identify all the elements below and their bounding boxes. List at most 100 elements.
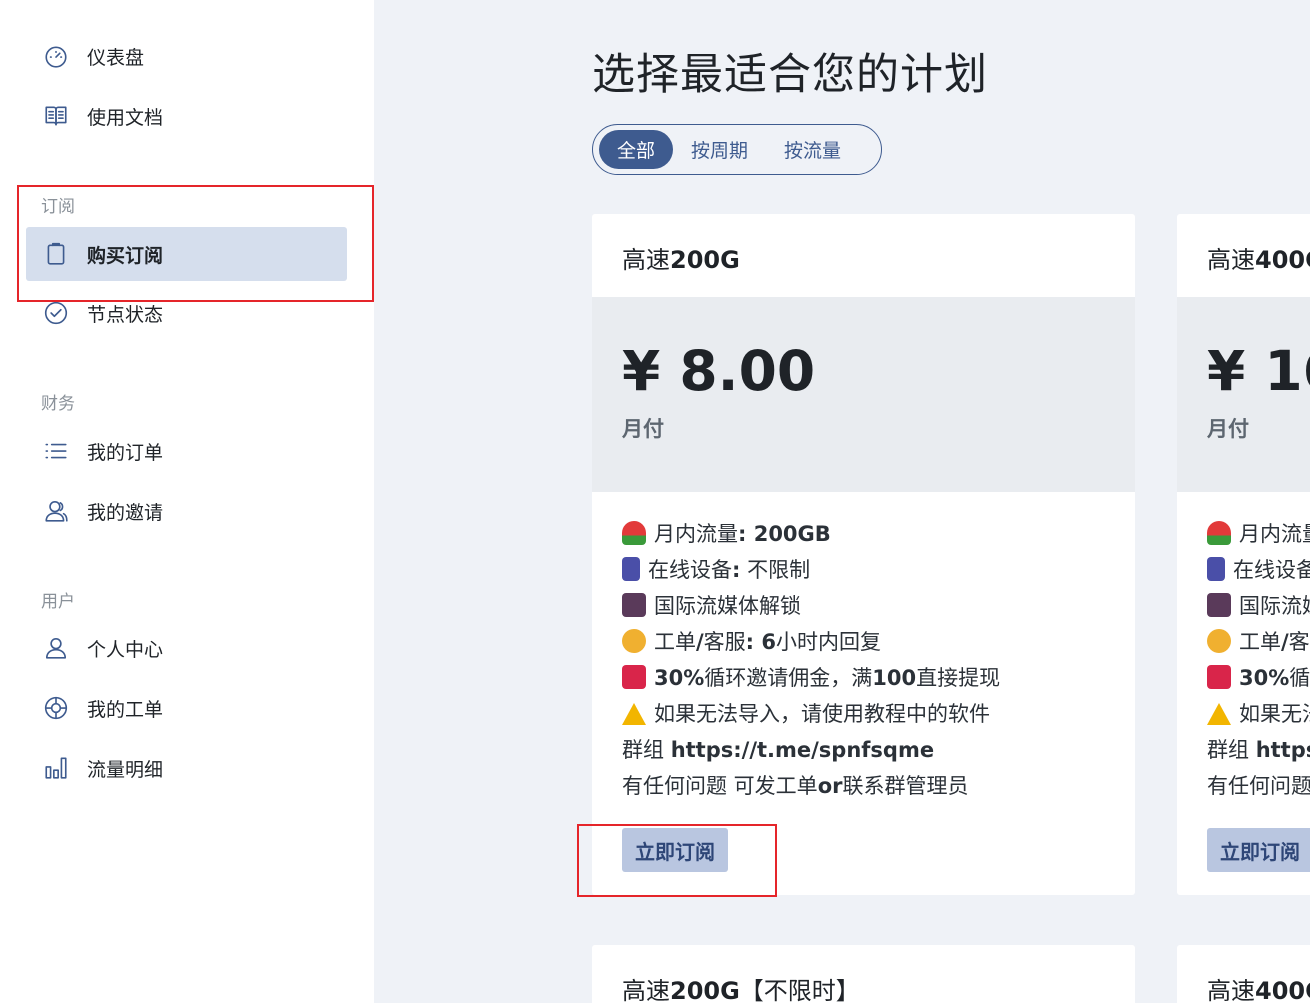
feature-line: 在线设备: 不限制 (622, 552, 1105, 588)
feature-text: 循环邀请佣金，满 (704, 666, 873, 690)
feature-line: 国际流媒体解锁 (1207, 588, 1310, 624)
feature-text: 月内流量 (654, 522, 738, 546)
sidebar-item-label: 使用文档 (87, 106, 164, 129)
plan-name: 高速200G【不限时】 (592, 945, 1135, 1003)
price-block: ¥ 8.00 月付 (592, 297, 1135, 492)
feature-line: 在线设备 (1207, 552, 1310, 588)
feature-line: 群组 https://t.me/spnfsqme (622, 732, 1105, 768)
users-icon (42, 497, 70, 525)
feature-line: 有任何问题 可发工单or联系群管理员 (622, 768, 1105, 804)
filter-all-button[interactable]: 全部 (599, 130, 674, 169)
section-title-finance: 财务 (41, 394, 75, 414)
feature-text: 客服 (703, 630, 746, 654)
feature-line: 工单/客服 (1207, 624, 1310, 660)
movie-camera-icon (622, 593, 646, 617)
feature-text: 在线设备 (1233, 558, 1310, 582)
feature-value: / (696, 630, 704, 654)
sidebar-item-node-status[interactable]: 节点状态 (26, 286, 347, 340)
plan-period: 月付 (1207, 417, 1249, 441)
sidebar-item-my-invites[interactable]: 我的邀请 (26, 484, 347, 538)
feature-text: 客服 (1288, 630, 1310, 654)
plan-card-inner: 高速400G ¥ 16.00 月付 月内流量 在线设备 国际流媒体解锁 工单/客… (1177, 214, 1310, 895)
sidebar-item-label: 我的邀请 (87, 501, 164, 524)
user-icon (42, 634, 70, 662)
filter-by-period-button[interactable]: 按周期 (673, 130, 766, 169)
plan-price: ¥ 16.00 (1207, 339, 1310, 403)
feature-text: 如果无法导入，请使用教程中的软件 (654, 702, 990, 726)
sidebar-item-docs[interactable]: 使用文档 (26, 89, 347, 143)
plan-name-size: 400G (1255, 977, 1310, 1003)
feature-text: 国际流媒体解锁 (654, 594, 801, 618)
sidebar-item-my-orders[interactable]: 我的订单 (26, 424, 347, 478)
plan-features: 月内流量 在线设备 国际流媒体解锁 工单/客服 30%循环邀请佣金，满 如果无法… (1177, 492, 1310, 804)
sidebar: 仪表盘 使用文档 订阅 购买订阅 节点状态 财务 我的订单 我的邀请 用户 个人… (0, 0, 374, 1003)
plan-name-size: 200G (670, 977, 740, 1003)
feature-text: 工单 (654, 630, 696, 654)
sidebar-item-label: 我的工单 (87, 698, 164, 721)
plan-name: 高速400G (1177, 945, 1310, 1003)
feature-text: 有任何问题 可发工单 (1207, 774, 1310, 798)
feature-line: 如果无法导入，请使用教程中的软件 (622, 696, 1105, 732)
sidebar-item-label: 我的订单 (87, 441, 164, 464)
feature-text: 工单 (1239, 630, 1281, 654)
feature-value: 100 (872, 666, 917, 690)
person-raising-hand-icon (1207, 629, 1231, 653)
building-icon (1207, 557, 1225, 581)
feature-text: 国际流媒体解锁 (1239, 594, 1310, 618)
feature-line: 如果无法导入，请使用教程中的软件 (1207, 696, 1310, 732)
red-envelope-icon (622, 665, 646, 689)
feature-value: / (1281, 630, 1289, 654)
filter-by-traffic-button[interactable]: 按流量 (766, 130, 859, 169)
clipboard-icon (42, 240, 70, 268)
price-block: ¥ 16.00 月付 (1177, 297, 1310, 492)
plan-name-prefix: 高速 (1207, 977, 1255, 1003)
feature-text: 直接提现 (916, 666, 1001, 690)
watermelon-icon (622, 521, 646, 545)
plan-card: 高速400G ¥ 16.00 月付 月内流量 在线设备 国际流媒体解锁 工单/客… (1177, 214, 1310, 895)
watermelon-icon (1207, 521, 1231, 545)
feature-text: 小时内回复 (776, 630, 881, 654)
feature-line: 工单/客服: 6小时内回复 (622, 624, 1105, 660)
group-link[interactable]: https://t.me/spnfsqme (1256, 738, 1310, 762)
section-title-subscribe: 订阅 (41, 197, 75, 217)
feature-text: 在线设备 (648, 558, 732, 582)
subscribe-button[interactable]: 立即订阅 (1207, 828, 1310, 872)
plan-price: ¥ 8.00 (622, 339, 816, 403)
feature-text: 联系群管理员 (842, 774, 969, 798)
group-link[interactable]: https://t.me/spnfsqme (671, 738, 934, 762)
feature-text: 不限制 (740, 558, 811, 582)
person-raising-hand-icon (622, 629, 646, 653)
sidebar-item-my-tickets[interactable]: 我的工单 (26, 681, 347, 735)
feature-text: 群组 (622, 738, 664, 762)
plan-features: 月内流量: 200GB 在线设备: 不限制 国际流媒体解锁 工单/客服: 6小时… (592, 492, 1135, 804)
plan-card: 高速200G ¥ 8.00 月付 月内流量: 200GB 在线设备: 不限制 国… (592, 214, 1135, 895)
bar-chart-icon (42, 754, 70, 782)
plan-card: 高速200G【不限时】 (592, 945, 1135, 1003)
plan-period: 月付 (622, 417, 664, 441)
subscribe-button[interactable]: 立即订阅 (622, 828, 728, 872)
sidebar-item-dashboard[interactable]: 仪表盘 (26, 29, 347, 83)
sidebar-item-buy-subscription[interactable]: 购买订阅 (26, 227, 347, 281)
plan-name: 高速400G (1177, 214, 1310, 297)
feature-text: 有任何问题 可发工单 (622, 774, 818, 798)
sidebar-item-profile[interactable]: 个人中心 (26, 621, 347, 675)
red-envelope-icon (1207, 665, 1231, 689)
plan-name-size: 200G (670, 246, 740, 274)
plan-filter-tabs: 全部 按周期 按流量 (592, 124, 882, 175)
sidebar-item-label: 流量明细 (87, 758, 164, 781)
feature-value: : 6 (745, 630, 776, 654)
section-title-user: 用户 (41, 592, 75, 612)
warning-icon (622, 703, 646, 725)
feature-text: 月内流量 (1239, 522, 1310, 546)
feature-value: or (817, 774, 843, 798)
plan-name-prefix: 高速 (622, 977, 670, 1003)
plan-name-prefix: 高速 (1207, 246, 1255, 274)
lifebuoy-icon (42, 694, 70, 722)
feature-line: 群组 https://t.me/spnfsqme (1207, 732, 1310, 768)
dashboard-gauge-icon (42, 42, 70, 70)
sidebar-item-label: 购买订阅 (87, 244, 164, 267)
feature-line: 有任何问题 可发工单 (1207, 768, 1310, 804)
sidebar-item-traffic-detail[interactable]: 流量明细 (26, 741, 347, 795)
sidebar-item-label: 个人中心 (87, 638, 164, 661)
feature-line: 国际流媒体解锁 (622, 588, 1105, 624)
